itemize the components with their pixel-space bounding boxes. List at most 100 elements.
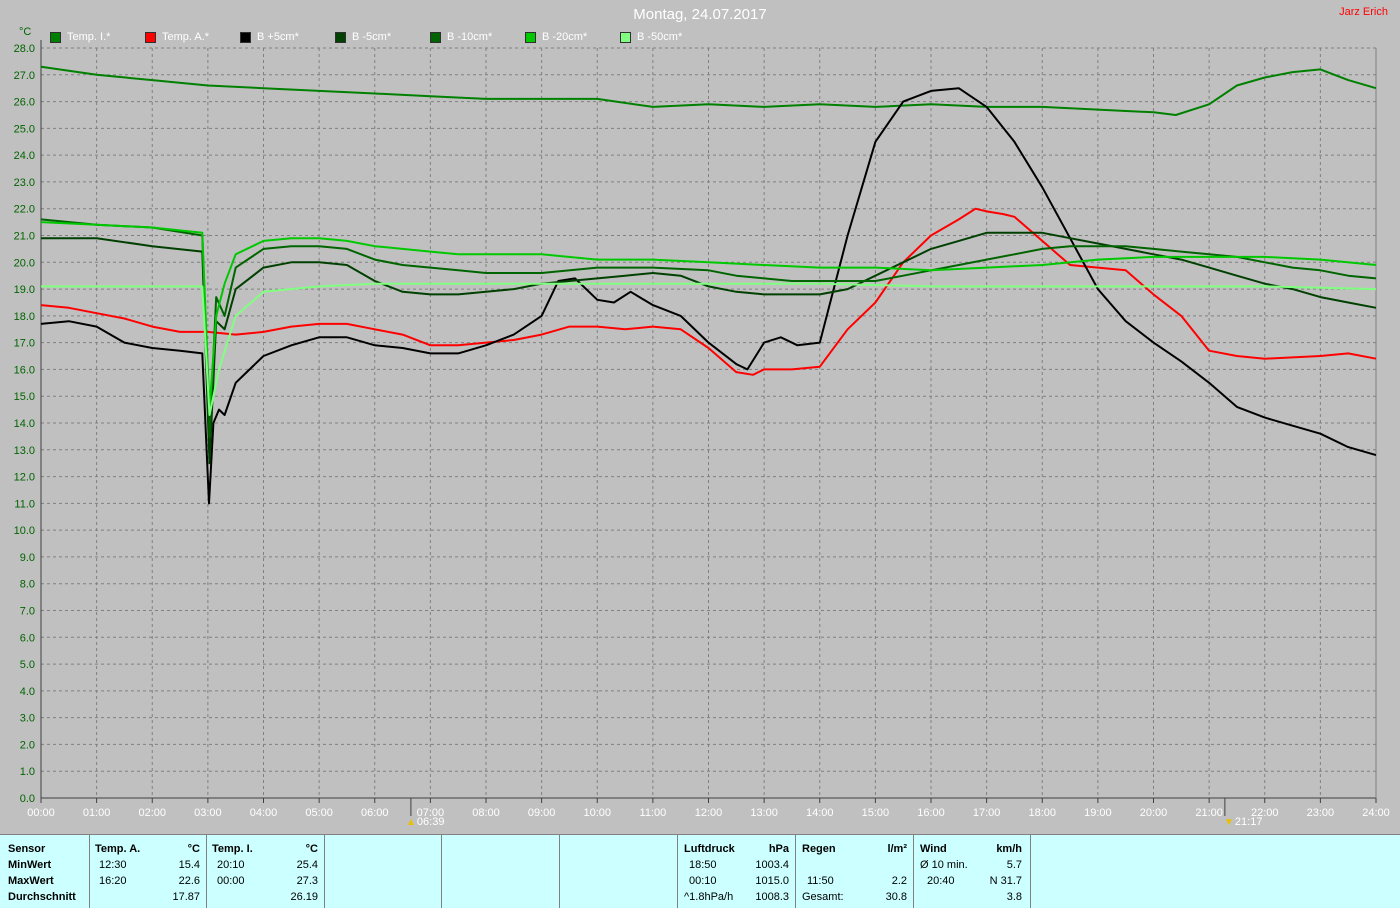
- stats-col-temp-i: Temp. I. °C 20:10 25.4 00:00 27.3 26.19: [206, 835, 325, 908]
- legend-item: B -50cm*: [620, 31, 682, 43]
- legend-label: B -50cm*: [637, 31, 683, 43]
- stats-col-empty-3: [559, 835, 678, 908]
- stats-col-rain: Regen l/m² 11:50 2.2 Gesamt: 30.8: [795, 835, 914, 908]
- pressure-header: Luftdruck: [684, 843, 735, 855]
- legend-item: B -5cm*: [335, 31, 391, 43]
- legend-swatch: [50, 31, 61, 43]
- y-tick-label: 14.0: [14, 418, 35, 430]
- sunset-icon: ▼: [1224, 816, 1234, 828]
- rain-max-time: 11:50: [807, 875, 834, 887]
- rain-total-label: Gesamt:: [802, 891, 844, 903]
- temp-i-unit: °C: [305, 843, 318, 855]
- legend-swatch: [525, 31, 536, 43]
- sunset-time: 21:17: [1234, 816, 1263, 828]
- stats-row-min: MinWert: [8, 859, 52, 871]
- legend-item: B -20cm*: [525, 31, 587, 43]
- legend-swatch: [240, 31, 251, 43]
- legend-label: B +5cm*: [257, 31, 299, 43]
- legend-item: Temp. I.*: [50, 31, 110, 43]
- temperature-chart: 0.0 1.0 2.0 3.0 4.0 5.0 6.0 7.0 8.0 9.0 10.0 11.0 12…: [14, 40, 1390, 819]
- stats-header-sensor: Sensor: [8, 843, 46, 855]
- legend-item: Temp. A.*: [145, 31, 209, 43]
- legend-swatch: [145, 31, 156, 43]
- rain-total: 30.8: [885, 891, 907, 903]
- legend-label: Temp. I.*: [67, 31, 111, 43]
- y-tick-label: 12.0: [14, 472, 35, 484]
- y-tick-label: 25.0: [14, 123, 35, 135]
- stats-col-empty-2: [441, 835, 560, 908]
- y-tick-label: 16.0: [14, 364, 35, 376]
- wind-unit: km/h: [996, 843, 1022, 855]
- sunrise-icon: ▲: [406, 816, 416, 828]
- y-tick-label: 6.0: [20, 632, 35, 644]
- legend-label: Temp. A.*: [162, 31, 210, 43]
- y-tick-label: 20.0: [14, 257, 35, 269]
- temp-i-avg: 26.19: [290, 891, 318, 903]
- y-tick-label: 2.0: [20, 739, 35, 751]
- x-tick-label: 03:00: [194, 807, 222, 819]
- y-tick-label: 21.0: [14, 231, 35, 243]
- x-tick-label: 23:00: [1307, 807, 1335, 819]
- x-tick-label: 12:00: [695, 807, 723, 819]
- y-tick-label: 7.0: [20, 606, 35, 618]
- legend-label: B -5cm*: [352, 31, 392, 43]
- temp-a-max-time: 16:20: [99, 875, 127, 887]
- x-tick-label: 01:00: [83, 807, 111, 819]
- rain-unit: l/m²: [887, 843, 907, 855]
- y-tick-label: 0.0: [20, 793, 35, 805]
- pressure-min-time: 18:50: [689, 859, 717, 871]
- temp-a-unit: °C: [187, 843, 200, 855]
- y-tick-label: 22.0: [14, 204, 35, 216]
- y-tick-label: 13.0: [14, 445, 35, 457]
- wind-max-time: 20:40: [927, 875, 955, 887]
- temp-a-min-value: 15.4: [178, 859, 200, 871]
- temp-a-header: Temp. A.: [95, 843, 141, 855]
- y-tick-label: 23.0: [14, 177, 35, 189]
- x-tick-label: 21:00: [1195, 807, 1223, 819]
- x-tick-label: 15:00: [862, 807, 890, 819]
- stats-col-temp-a: Temp. A. °C 12:30 15.4 16:20 22.6 17.87: [89, 835, 207, 908]
- pressure-trend: ^1.8hPa/h: [684, 891, 734, 903]
- sunset-marker: ▼ 21:17: [1224, 816, 1262, 828]
- x-tick-label: 11:00: [640, 807, 667, 819]
- x-tick-label: 06:00: [361, 807, 389, 819]
- x-tick-label: 10:00: [583, 807, 611, 819]
- y-tick-label: 26.0: [14, 97, 35, 109]
- author-label: Jarz Erich: [1339, 6, 1388, 18]
- temp-a-avg: 17.87: [172, 891, 200, 903]
- wind-header: Wind: [920, 843, 947, 855]
- y-axis-unit: °C: [19, 26, 32, 38]
- wind-avg-label: Ø 10 min.: [920, 859, 968, 871]
- y-tick-label: 4.0: [20, 686, 35, 698]
- temp-i-max-time: 00:00: [217, 875, 245, 887]
- legend-label: B -20cm*: [542, 31, 588, 43]
- temp-i-max-value: 27.3: [296, 875, 318, 887]
- pressure-max-value: 1015.0: [755, 875, 789, 887]
- legend-item: B +5cm*: [240, 31, 299, 43]
- wind-avg: 3.8: [1006, 891, 1022, 903]
- chart-title: Montag, 24.07.2017: [633, 6, 767, 23]
- stats-row-max: MaxWert: [8, 875, 54, 887]
- x-tick-label: 08:00: [472, 807, 500, 819]
- stats-row-avg: Durchschnitt: [8, 891, 76, 903]
- y-tick-label: 19.0: [14, 284, 35, 296]
- x-tick-label: 14:00: [806, 807, 834, 819]
- y-tick-label: 28.0: [14, 43, 35, 55]
- y-tick-label: 8.0: [20, 579, 35, 591]
- x-tick-label: 02:00: [138, 807, 166, 819]
- legend-swatch: [620, 31, 631, 43]
- stats-table: Sensor MinWert MaxWert Durchschnitt Temp…: [0, 834, 1400, 908]
- y-tick-label: 17.0: [14, 338, 35, 350]
- y-tick-label: 27.0: [14, 70, 35, 82]
- y-tick-label: 11.0: [14, 498, 35, 510]
- y-tick-label: 5.0: [20, 659, 35, 671]
- y-tick-label: 24.0: [14, 150, 35, 162]
- y-tick-label: 1.0: [20, 766, 35, 778]
- y-tick-label: 15.0: [14, 391, 35, 403]
- temp-i-header: Temp. I.: [212, 843, 253, 855]
- temp-a-min-time: 12:30: [99, 859, 127, 871]
- stats-col-wind: Wind km/h Ø 10 min. 5.7 20:40 N 31.7 3.8: [913, 835, 1031, 908]
- rain-max-value: 2.2: [891, 875, 907, 887]
- x-tick-label: 19:00: [1084, 807, 1112, 819]
- x-tick-label: 24:00: [1362, 807, 1390, 819]
